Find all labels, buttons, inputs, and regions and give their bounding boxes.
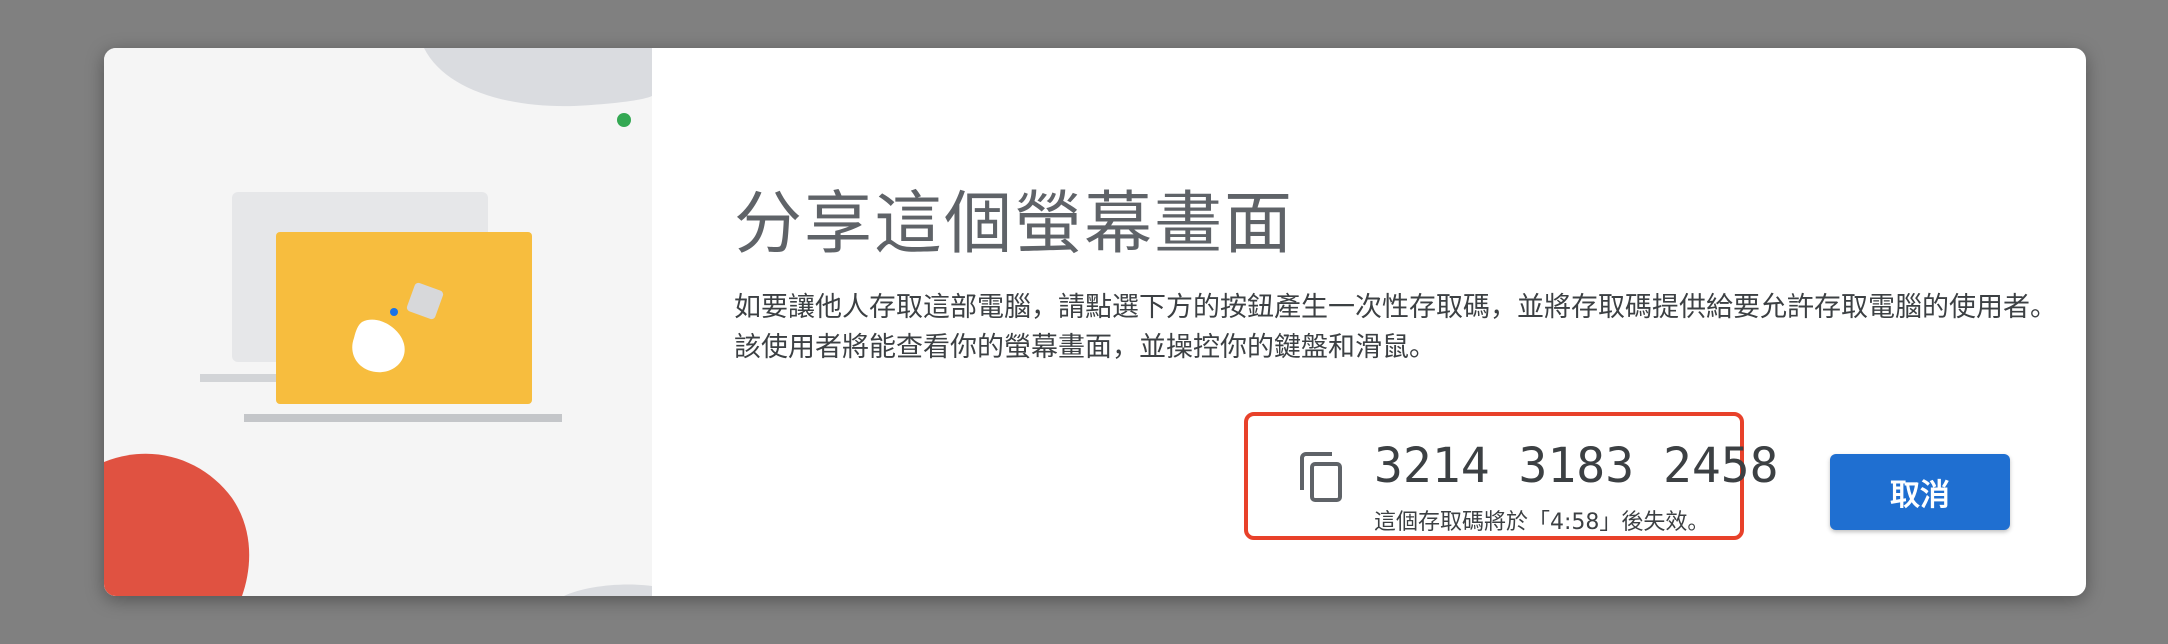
laptop-screen xyxy=(276,232,532,404)
expiry-text: 這個存取碼將於「4:58」後失效。 xyxy=(1374,510,1710,535)
cancel-button[interactable]: 取消 xyxy=(1830,454,2010,530)
access-code[interactable]: 3214 3183 2458 xyxy=(1374,438,1779,494)
decorative-blob-bottom xyxy=(564,584,652,596)
status-dot xyxy=(617,113,631,127)
decorative-blob-top xyxy=(424,48,652,107)
dialog-content: 分享這個螢幕畫面 如要讓他人存取這部電腦，請點選下方的按鈕產生一次性存取碼，並將… xyxy=(652,48,2086,596)
page-title: 分享這個螢幕畫面 xyxy=(734,185,1295,264)
decorative-blob-red xyxy=(104,453,250,596)
laptop-base xyxy=(244,414,562,422)
dialog-description: 如要讓他人存取這部電腦，請點選下方的按鈕產生一次性存取碼，並將存取碼提供給要允許… xyxy=(734,292,2057,363)
copy-icon[interactable] xyxy=(1300,452,1344,502)
access-code-box: 3214 3183 2458 這個存取碼將於「4:58」後失效。 xyxy=(1244,412,1779,540)
illustration-panel xyxy=(104,48,652,596)
blue-dot xyxy=(390,308,398,316)
laptop-illustration xyxy=(104,48,652,596)
share-screen-dialog: 分享這個螢幕畫面 如要讓他人存取這部電腦，請點選下方的按鈕產生一次性存取碼，並將… xyxy=(104,48,2086,596)
